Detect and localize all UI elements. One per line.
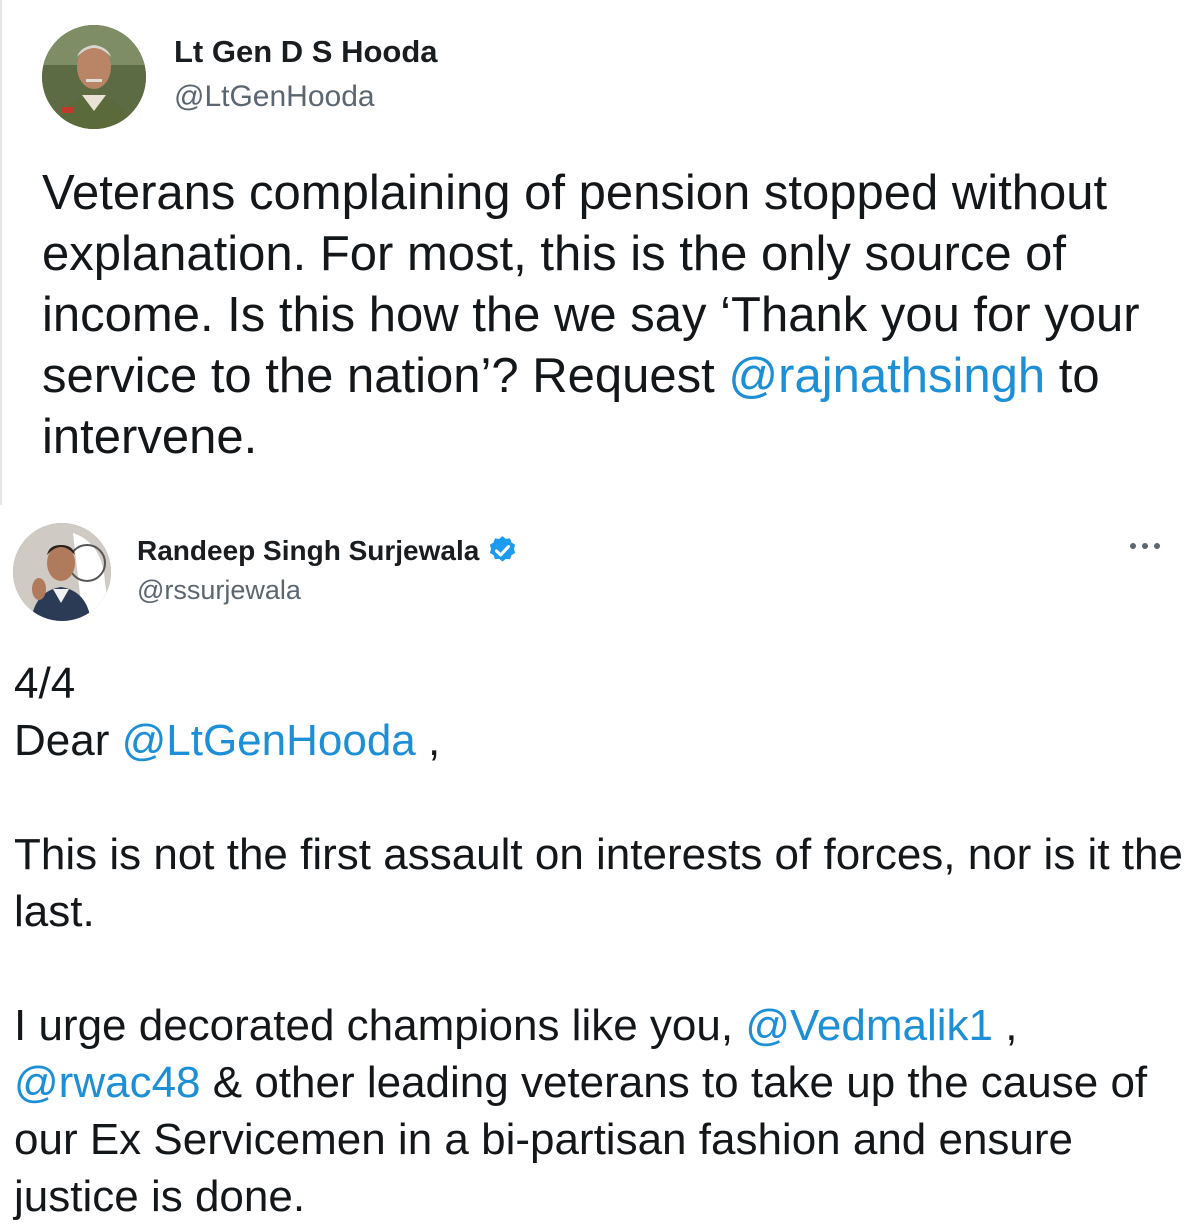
greeting-suffix: , <box>415 716 441 765</box>
avatar-hooda[interactable] <box>42 25 146 129</box>
more-dot <box>1130 543 1136 549</box>
tweet-text: 4/4 Dear @LtGenHooda , This is not the fi… <box>14 655 1184 1225</box>
author-handle[interactable]: @LtGenHooda <box>174 80 375 114</box>
tweet-paragraph: 4/4 Dear @LtGenHooda , <box>14 655 1184 769</box>
thread-count: 4/4 <box>14 659 76 708</box>
more-dot <box>1142 543 1148 549</box>
author-name-label: Randeep Singh Surjewala <box>137 534 480 566</box>
avatar-hooda-image <box>42 25 146 129</box>
author-name[interactable]: Lt Gen D S Hooda <box>174 34 438 70</box>
tweet-paragraph: This is not the first assault on interes… <box>14 830 1196 936</box>
tweet-hooda: Lt Gen D S Hooda @LtGenHooda Veterans co… <box>0 0 1200 505</box>
tweet-text-part: , <box>1005 1001 1018 1050</box>
more-dot <box>1154 543 1160 549</box>
author-handle[interactable]: @rssurjewala <box>137 575 301 606</box>
tweet-text: Veterans complaining of pension stopped … <box>42 163 1182 468</box>
tweet-text-part: I urge decorated champions like you, <box>14 1001 746 1050</box>
mention-link[interactable]: @rwac48 <box>14 1058 201 1107</box>
avatar-surjewala-image <box>13 523 111 621</box>
more-options-icon[interactable] <box>1128 540 1162 552</box>
mention-link[interactable]: @LtGenHooda <box>122 716 416 765</box>
mention-link[interactable]: @rajnathsingh <box>728 349 1045 403</box>
greeting-prefix: Dear <box>14 716 122 765</box>
verified-badge-icon <box>486 534 519 567</box>
author-name[interactable]: Randeep Singh Surjewala <box>137 534 519 567</box>
tweet-surjewala: Randeep Singh Surjewala @rssurjewala 4/4… <box>0 505 1200 1231</box>
avatar-surjewala[interactable] <box>13 523 111 621</box>
mention-link[interactable]: @Vedmalik1 <box>745 1001 993 1050</box>
tweet-paragraph: I urge decorated champions like you, @Ve… <box>14 997 1184 1225</box>
